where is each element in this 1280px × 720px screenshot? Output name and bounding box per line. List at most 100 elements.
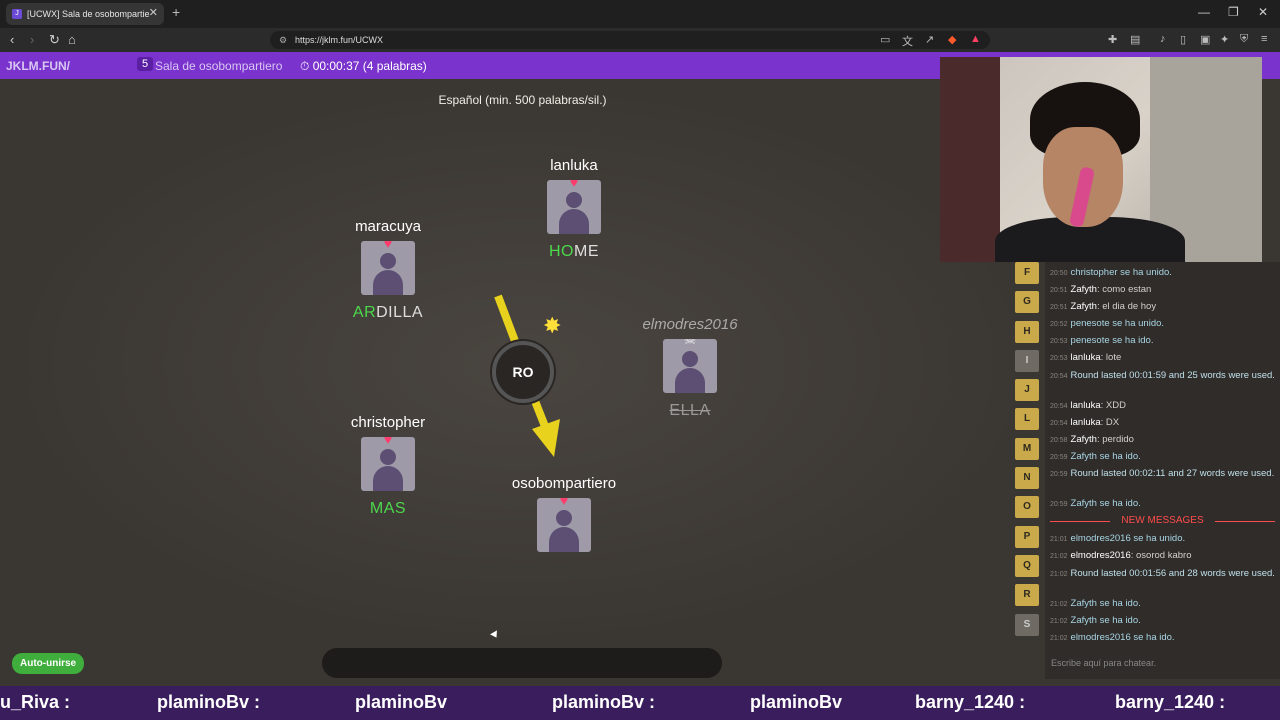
letter-tile: R: [1015, 584, 1039, 607]
avatar: ♥: [547, 180, 601, 234]
fuse-spark-icon: ✸: [543, 313, 562, 338]
chat-message: 20:58 Zafyth: perdido: [1050, 434, 1134, 445]
chat-message: 20:52 penesote se ha unido.: [1050, 318, 1165, 329]
player-lanluka: lanluka ♥ HOME: [504, 157, 644, 261]
forward-icon[interactable]: ›: [30, 32, 34, 47]
player-osobompartiero: osobompartiero ♥: [494, 475, 634, 552]
chat-message: 20:59 Round lasted 00:02:11 and 27 words …: [1050, 468, 1275, 479]
close-tab-icon[interactable]: ✕: [149, 6, 158, 19]
media-icon[interactable]: ♪: [1160, 33, 1166, 45]
player-word: HOME: [549, 243, 599, 260]
chat-message: 21:02 Round lasted 00:01:56 and 28 words …: [1050, 568, 1275, 579]
chat-message: 20:53 lanluka: lote: [1050, 352, 1122, 363]
webcam-overlay: [940, 57, 1262, 262]
chat-message: 20:54 lanluka: XDD: [1050, 400, 1126, 411]
ticker-item: barny_1240 :: [1115, 692, 1226, 712]
avatar: ☠: [663, 339, 717, 393]
wallet-icon[interactable]: ▣: [1200, 33, 1210, 46]
close-window-icon[interactable]: ✕: [1258, 5, 1268, 19]
translate-icon[interactable]: 文: [902, 33, 913, 49]
chat-message: 21:02 elmodres2016 se ha ido.: [1050, 632, 1175, 643]
avatar: ♥: [361, 437, 415, 491]
heart-icon: ♥: [383, 437, 393, 447]
chat-message: 21:02 elmodres2016: osorod kabro: [1050, 550, 1192, 561]
browser-tab[interactable]: J [UCWX] Sala de osobompartie ✕: [6, 3, 164, 25]
jklm-favicon-icon: J: [12, 9, 22, 19]
chat-message: 20:59 Zafyth se ha ido.: [1050, 498, 1141, 509]
minimize-icon[interactable]: —: [1198, 5, 1210, 19]
url-text: https://jklm.fun/UCWX: [295, 35, 384, 45]
letter-tile: M: [1015, 437, 1039, 460]
browser-tabbar: J [UCWX] Sala de osobompartie ✕ + — ❐ ✕: [0, 0, 1280, 28]
letter-tile: N: [1015, 467, 1039, 490]
menu-icon[interactable]: ≡: [1261, 33, 1267, 45]
new-tab-icon[interactable]: +: [172, 4, 180, 20]
ticker-item: plaminoBv: [355, 692, 448, 712]
ticker-item: u_Riva :: [0, 692, 71, 712]
ticker-item: barny_1240 :: [915, 692, 1026, 712]
letter-tile: Q: [1015, 554, 1039, 577]
heart-icon: ♥: [559, 498, 569, 508]
player-maracuya: maracuya ♥ ARDILLA: [318, 218, 458, 322]
letter-tile: G: [1015, 291, 1039, 314]
maximize-icon[interactable]: ❐: [1228, 5, 1239, 19]
screen-icon[interactable]: ▭: [880, 33, 890, 46]
player-name: osobompartiero: [511, 475, 617, 492]
chat-input[interactable]: Escribe aquí para chatear.: [1045, 649, 1280, 679]
round-timer: ⏱ 00:00:37 (4 palabras): [300, 59, 427, 73]
player-name: christopher: [350, 414, 426, 431]
chat-message: 21:02 Zafyth se ha ido.: [1050, 615, 1141, 626]
chat-message: 20:54 lanluka: DX: [1050, 417, 1120, 428]
chat-message: 20:53 penesote se ha ido.: [1050, 335, 1154, 346]
brave-shield-icon[interactable]: ◆: [948, 33, 956, 46]
tab-title: [UCWX] Sala de osobompartie: [27, 9, 150, 19]
letter-tile: H: [1015, 320, 1039, 343]
player-word: ARDILLA: [352, 304, 424, 321]
current-turn-arrowhead: [532, 419, 560, 457]
ticker-item: plaminoBv :: [157, 692, 261, 712]
chat-message: 20:51 Zafyth: como estan: [1050, 284, 1152, 295]
letter-tile: S: [1015, 613, 1039, 636]
letter-tile: I: [1015, 349, 1039, 372]
player-name: lanluka: [550, 157, 598, 174]
word-input[interactable]: [322, 648, 722, 678]
player-word: ELLA: [669, 402, 711, 419]
letter-tile: O: [1015, 496, 1039, 519]
share-icon[interactable]: ↗: [925, 33, 934, 46]
bonus-letters: F G H I J L M N O P Q R S: [1015, 262, 1043, 643]
back-icon[interactable]: ‹: [10, 32, 14, 47]
site-info-icon[interactable]: ⚙: [279, 31, 287, 49]
extensions-icon[interactable]: ✚: [1108, 33, 1117, 46]
letter-tile: J: [1015, 379, 1039, 402]
vpn-icon[interactable]: ⛨: [1240, 33, 1248, 46]
stream-ticker: u_Riva : plaminoBv : plaminoBv plaminoBv…: [0, 686, 1280, 720]
letter-tile: L: [1015, 408, 1039, 431]
player-christopher: christopher ♥ MAS: [318, 414, 458, 518]
rewards-icon[interactable]: ▲: [970, 33, 981, 45]
letter-tile: P: [1015, 525, 1039, 548]
previous-turn-arrow: [494, 294, 519, 343]
site-brand[interactable]: JKLM.FUN/: [6, 59, 70, 73]
auto-join-button[interactable]: Auto-unirse: [12, 653, 85, 674]
bomb: RO: [492, 341, 554, 403]
skull-icon: ☠: [683, 339, 697, 347]
address-bar-row: ‹ › ↻ ⌂ ⚙ https://jklm.fun/UCWX ▭ 文 ↗ ◆ …: [0, 28, 1280, 52]
heart-icon: ♥: [383, 241, 393, 251]
ticker-item: plaminoBv :: [552, 692, 656, 712]
chat-message: 20:59 Zafyth se ha ido.: [1050, 451, 1141, 462]
home-icon[interactable]: ⌂: [68, 32, 76, 47]
leo-icon[interactable]: ✦: [1220, 33, 1229, 46]
sidebar-icon[interactable]: ▯: [1180, 33, 1186, 46]
chat-message: 21:01 elmodres2016 se ha unido.: [1050, 533, 1186, 544]
chat-panel: 20:50 christopher se ha unido. 20:51 Zafyt…: [1045, 262, 1280, 649]
player-name: elmodres2016: [642, 316, 738, 333]
player-count-badge: 5: [137, 57, 154, 71]
reader-icon[interactable]: ▤: [1130, 33, 1140, 46]
reload-icon[interactable]: ↻: [49, 32, 60, 48]
letter-tile: F: [1015, 262, 1039, 284]
chat-message: 20:50 christopher se ha unido.: [1050, 267, 1172, 278]
room-name: Sala de osobompartiero: [155, 59, 283, 73]
heart-icon: ♥: [569, 180, 579, 190]
syllable-prompt: RO: [512, 364, 534, 380]
game-board: Español (min. 500 palabras/sil.) lanluka…: [0, 79, 1045, 678]
